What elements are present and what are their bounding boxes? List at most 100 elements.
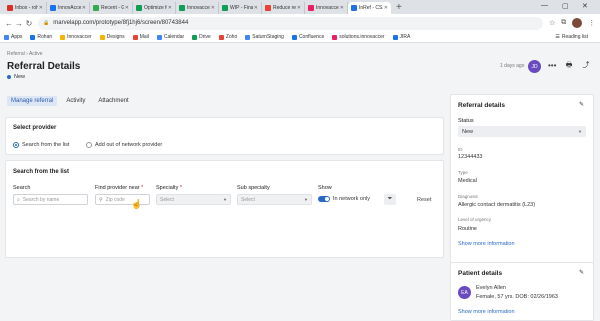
search-icon: ⌕: [17, 196, 20, 203]
address-bar[interactable]: 🔒 marvelapp.com/prototype/8fj1hj6/screen…: [38, 16, 543, 30]
radio-search-list[interactable]: Search from the list: [13, 142, 69, 148]
close-window-icon[interactable]: ✕: [582, 2, 588, 10]
diagnosis-value: Allergic contact dermatitis (L23): [458, 202, 536, 208]
star-icon[interactable]: ☆: [549, 19, 555, 27]
bookmark-item[interactable]: solutions.innovaccer: [332, 34, 385, 40]
close-icon[interactable]: ✕: [39, 5, 43, 11]
card-title: Select provider: [13, 125, 57, 131]
bookmark-item[interactable]: Innovaccer: [60, 34, 92, 40]
status-label: Status: [458, 118, 474, 124]
sheets-icon: [179, 5, 185, 11]
card-title: Search from the list: [13, 169, 70, 175]
sub-specialty-select[interactable]: Select ▼: [237, 194, 312, 205]
drive-icon: [192, 34, 198, 40]
tab-activity[interactable]: Activity: [62, 96, 89, 106]
profile-avatar[interactable]: [572, 18, 583, 28]
diagnosis-label: Diagnosis: [458, 194, 478, 199]
tab-attachment[interactable]: Attachment: [94, 96, 132, 106]
browser-tab-strip: Inbox - rohan✕ InnovAccer✕ Recent - Go✕ …: [0, 0, 600, 14]
browser-tab[interactable]: Innovaccer ✕: [176, 2, 219, 14]
new-tab-button[interactable]: +: [391, 2, 407, 14]
browser-tab[interactable]: InnovAccer ✕: [47, 2, 90, 14]
bookmark-item[interactable]: Confluence: [291, 34, 324, 40]
back-icon[interactable]: ←: [4, 19, 14, 28]
close-icon[interactable]: ✕: [168, 5, 172, 11]
close-icon[interactable]: ✕: [297, 5, 301, 11]
show-more-link[interactable]: Show more information: [458, 309, 515, 315]
bookmark-item[interactable]: Mail: [132, 34, 149, 40]
menu-icon[interactable]: ⋮: [588, 19, 595, 27]
breadcrumb[interactable]: Referral › Active: [7, 51, 43, 57]
bookmark-item[interactable]: Apps: [4, 34, 22, 40]
gmail-icon: [7, 5, 13, 11]
status-dot-icon: [7, 75, 11, 79]
minimize-icon[interactable]: —: [541, 2, 548, 9]
specialty-label: Specialty *: [156, 185, 182, 191]
edit-icon[interactable]: ✎: [579, 269, 584, 276]
required-mark: *: [179, 185, 182, 191]
avatar[interactable]: JD: [528, 60, 541, 73]
chevron-down-icon: ▼: [578, 129, 582, 134]
status-select[interactable]: New ▼: [458, 126, 586, 137]
close-icon[interactable]: ✕: [384, 5, 388, 11]
browser-tab[interactable]: Optimize fo ✕: [133, 2, 176, 14]
sheets-icon: [222, 5, 228, 11]
tab-bar: Manage referral Activity Attachment: [7, 96, 133, 106]
browser-tab[interactable]: WIP - Final ✕: [219, 2, 262, 14]
chevron-down-icon: ▼: [304, 197, 308, 202]
bookmark-icon: [332, 34, 338, 40]
share-icon[interactable]: ⤴: [580, 60, 592, 72]
site-icon: [265, 5, 271, 11]
more-options-icon[interactable]: •••: [548, 61, 556, 70]
radio-selected-icon: [13, 142, 19, 148]
show-more-link[interactable]: Show more information: [458, 241, 515, 247]
chevron-down-icon: ▼: [223, 197, 227, 202]
app-content: Referral › Active Referral Details New 1…: [0, 44, 600, 321]
type-label: Type: [458, 170, 468, 175]
browser-tab[interactable]: Innovaccer ✕: [305, 2, 348, 14]
lock-icon: 🔒: [43, 20, 50, 26]
search-input[interactable]: ⌕ Search by name: [13, 194, 88, 205]
print-icon[interactable]: 🖶: [563, 60, 575, 72]
specialty-select[interactable]: Select ▼: [156, 194, 231, 205]
drive-icon: [93, 5, 99, 11]
radio-out-of-network[interactable]: Add out of network provider: [86, 142, 162, 148]
forward-icon[interactable]: →: [14, 19, 24, 28]
folder-icon: [60, 34, 66, 40]
browser-tab[interactable]: Recent - Go✕: [90, 2, 133, 14]
in-network-toggle[interactable]: In network only: [318, 196, 370, 202]
patient-details-panel: Patient details ✎ EA Evelyn Allen Female…: [450, 262, 594, 321]
filter-button[interactable]: ⏷: [384, 194, 396, 205]
required-mark: *: [141, 185, 144, 191]
bookmark-item[interactable]: SaturnStaging: [245, 34, 284, 40]
sub-specialty-label: Sub specialty: [237, 185, 270, 191]
browser-tab[interactable]: Inbox - rohan✕: [4, 2, 47, 14]
close-icon[interactable]: ✕: [82, 5, 86, 11]
bookmark-item[interactable]: JIRA: [392, 34, 410, 40]
close-icon[interactable]: ✕: [254, 5, 258, 11]
show-label: Show: [318, 185, 332, 191]
toggle-switch[interactable]: [318, 196, 330, 202]
extensions-icon[interactable]: ⧉: [561, 19, 566, 27]
site-icon: [351, 5, 357, 11]
close-icon[interactable]: ✕: [340, 5, 344, 11]
url-text: marvelapp.com/prototype/8fj1hj6/screen/8…: [53, 20, 189, 26]
radio-icon: [86, 142, 92, 148]
close-icon[interactable]: ✕: [211, 5, 215, 11]
edit-icon[interactable]: ✎: [579, 101, 584, 108]
tab-manage-referral[interactable]: Manage referral: [7, 96, 58, 106]
reload-icon[interactable]: ↻: [24, 19, 34, 28]
maximize-icon[interactable]: ▢: [562, 2, 569, 10]
reset-button[interactable]: Reset: [417, 197, 431, 203]
reading-list[interactable]: ☰ Reading list: [555, 34, 588, 40]
urgency-label: Level of urgency: [458, 217, 492, 222]
search-card: Search from the list Search ⌕ Search by …: [5, 160, 444, 258]
bookmark-item[interactable]: Designs: [99, 34, 125, 40]
bookmark-item[interactable]: Calendar: [156, 34, 184, 40]
bookmark-item[interactable]: Rohan: [30, 34, 52, 40]
browser-tab[interactable]: Reduce rev✕: [262, 2, 305, 14]
close-icon[interactable]: ✕: [125, 5, 129, 11]
browser-tab-active[interactable]: InRef - CSS✕: [348, 2, 391, 14]
bookmark-item[interactable]: Drive: [192, 34, 211, 40]
bookmark-item[interactable]: Zoho: [218, 34, 237, 40]
